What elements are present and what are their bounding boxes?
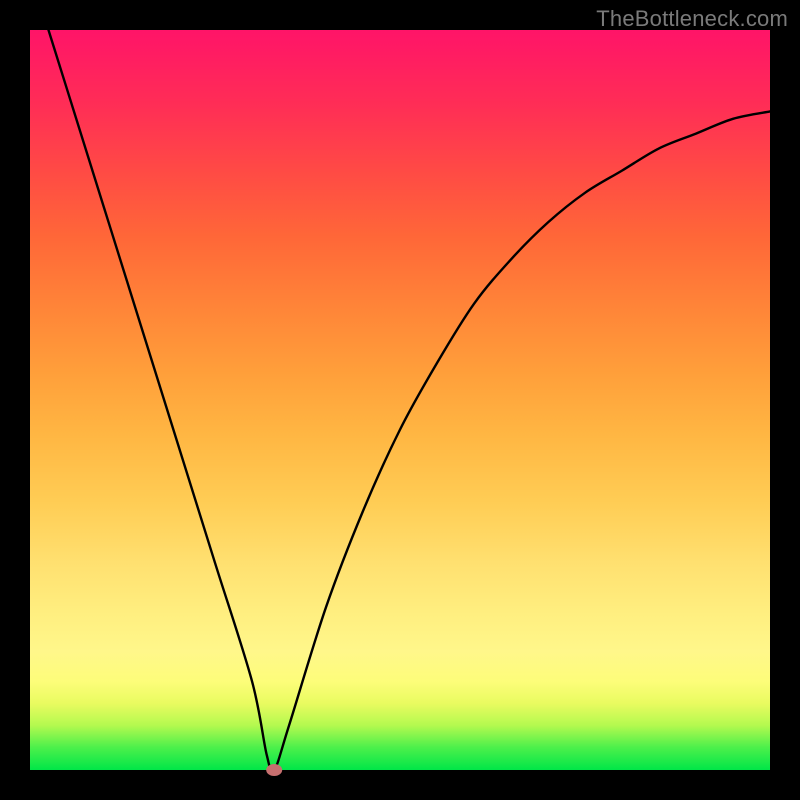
watermark-text: TheBottleneck.com xyxy=(596,6,788,32)
bottleneck-curve-path xyxy=(30,0,770,772)
plot-area xyxy=(30,30,770,770)
curve-svg xyxy=(30,30,770,770)
minimum-marker xyxy=(266,764,282,776)
chart-frame: TheBottleneck.com xyxy=(0,0,800,800)
